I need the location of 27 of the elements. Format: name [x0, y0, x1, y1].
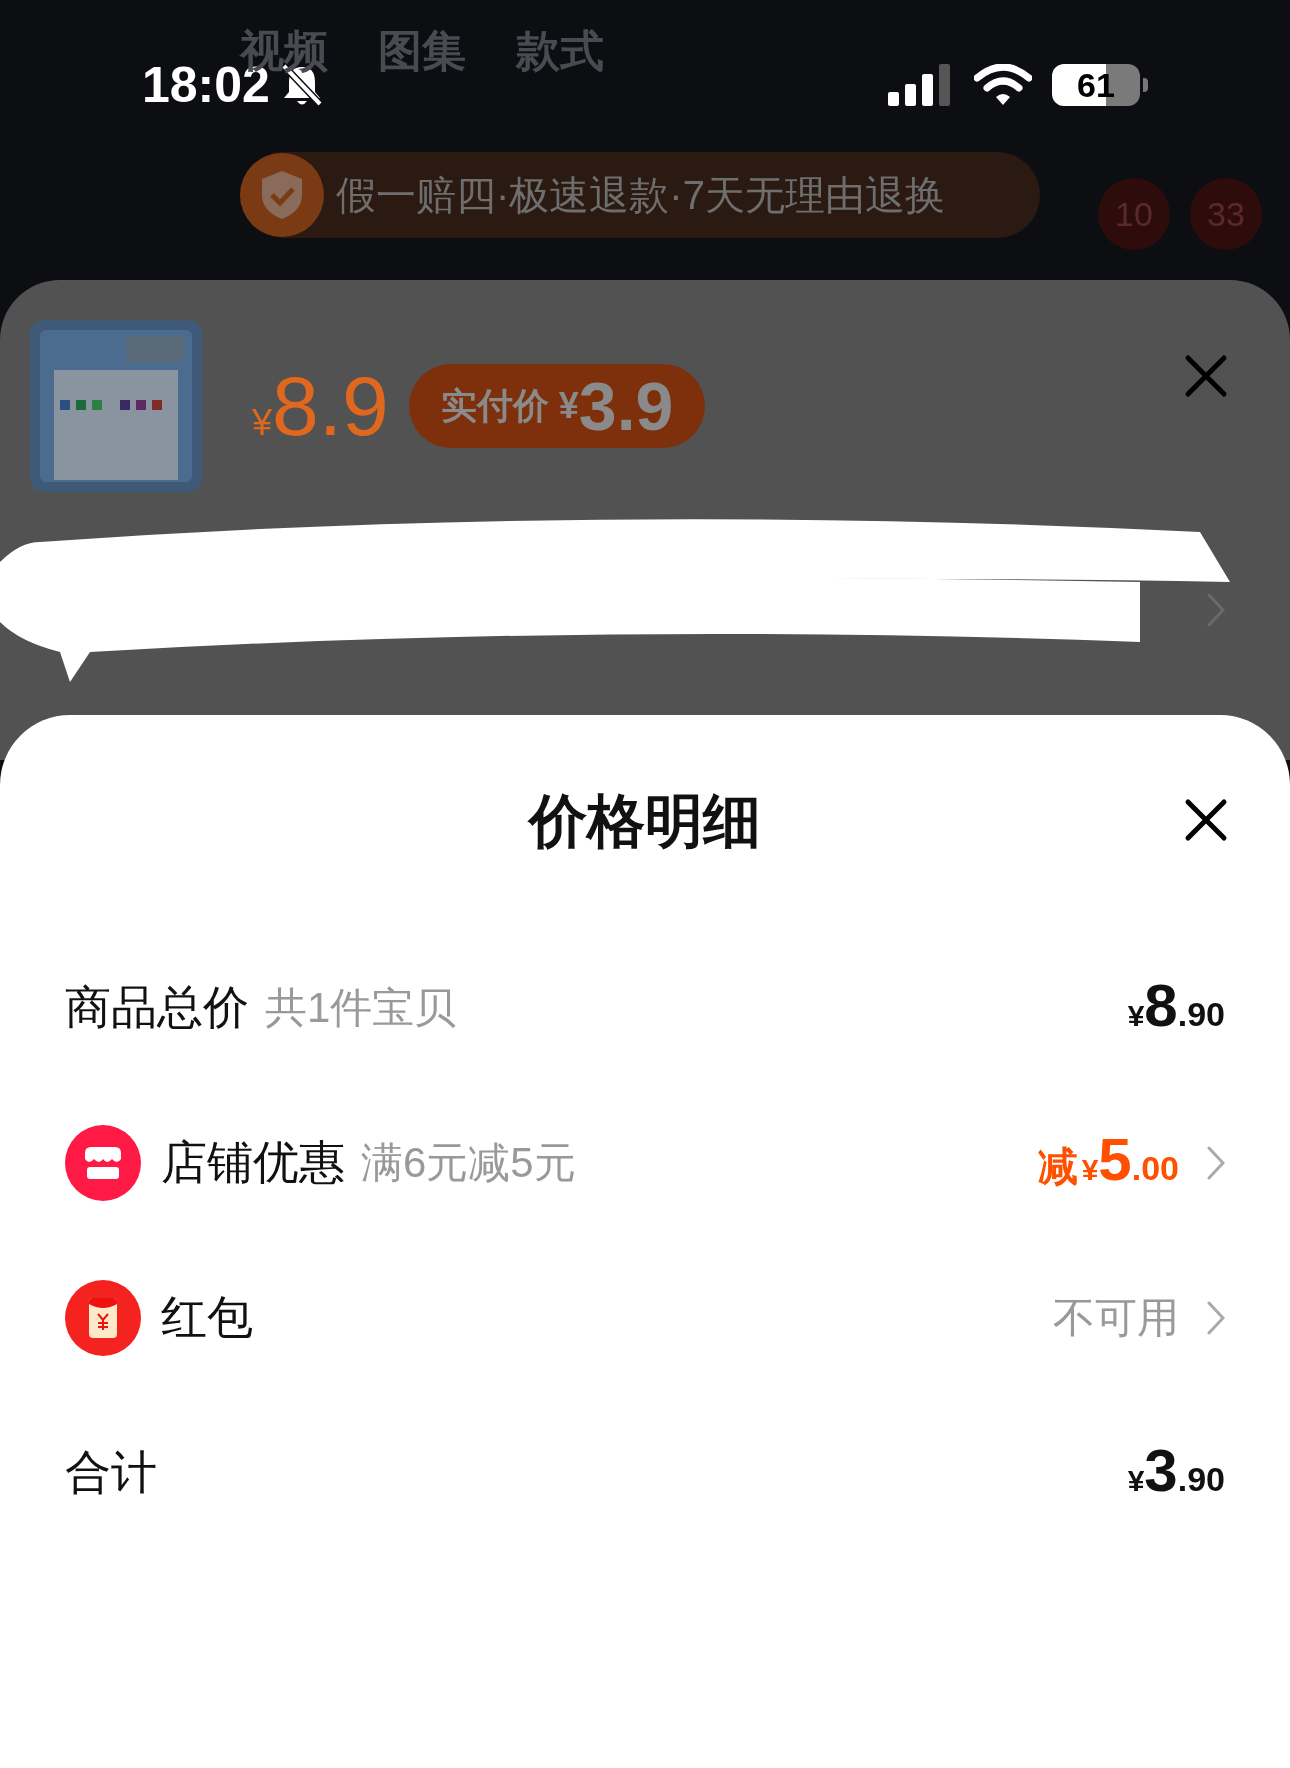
amount: ¥3.90: [1127, 1440, 1225, 1505]
battery-cap-icon: [1143, 78, 1148, 92]
envelope-icon: [65, 1279, 141, 1356]
row-note: 共1件宝贝: [265, 983, 457, 1033]
page-tab[interactable]: 图集: [378, 18, 466, 84]
signal-icon: [888, 64, 952, 106]
amount: 减¥5.00: [1037, 1129, 1179, 1195]
row-label: 合计: [65, 1445, 157, 1500]
chevron-right-icon: [1207, 1300, 1225, 1335]
row-label: 红包: [161, 1290, 253, 1345]
row-label: 商品总价: [65, 980, 249, 1035]
amount: ¥8.90: [1127, 975, 1225, 1040]
guarantee-banner: 假一赔四·极速退款·7天无理由退换: [240, 152, 1040, 238]
sheet-title: 价格明细: [529, 786, 761, 855]
close-icon[interactable]: [1184, 798, 1228, 842]
actual-price-pill: 实付价 ¥3.9: [408, 364, 706, 448]
page-tab[interactable]: 款式: [516, 18, 604, 84]
shield-icon: [240, 153, 324, 237]
shop-icon: [65, 1124, 141, 1201]
chevron-right-icon: [1207, 593, 1225, 627]
row-label: 店铺优惠: [161, 1135, 345, 1190]
row-note: 满6元减5元: [361, 1138, 576, 1188]
price: ¥8.9: [252, 358, 389, 455]
battery-indicator: 61: [1052, 64, 1140, 106]
chevron-right-icon: [1207, 1145, 1225, 1180]
status-text: 不可用: [1053, 1293, 1179, 1343]
wifi-icon: [974, 64, 1032, 106]
